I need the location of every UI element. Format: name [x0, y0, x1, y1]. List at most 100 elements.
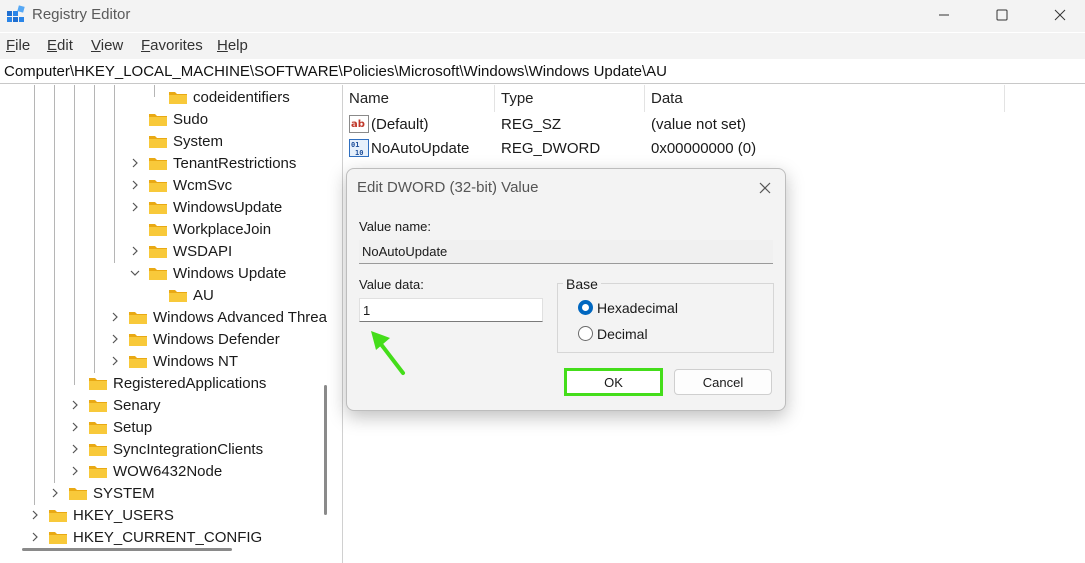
chevron-right-icon[interactable]: [110, 356, 120, 366]
tree-item[interactable]: AU: [150, 284, 214, 306]
tree-item-label: WindowsUpdate: [173, 198, 283, 216]
chevron-right-icon[interactable]: [130, 246, 140, 256]
tree-item-label: SyncIntegrationClients: [113, 440, 264, 458]
chevron-right-icon[interactable]: [70, 466, 80, 476]
decimal-radio[interactable]: [578, 326, 593, 341]
svg-text:01: 01: [351, 141, 359, 149]
folder-icon: [48, 508, 68, 523]
close-window-button[interactable]: [1032, 0, 1085, 30]
hexadecimal-radio[interactable]: [578, 300, 593, 315]
tree-item[interactable]: System: [130, 130, 223, 152]
folder-icon: [148, 112, 168, 127]
tree-item-label: WcmSvc: [173, 176, 233, 194]
decimal-label[interactable]: Decimal: [597, 326, 648, 342]
folder-icon: [148, 200, 168, 215]
key-tree[interactable]: codeidentifiers Sudo System TenantRestricti…: [0, 85, 340, 563]
column-header-data[interactable]: Data: [645, 85, 1005, 112]
tree-item[interactable]: WindowsUpdate: [130, 196, 282, 218]
tree-item[interactable]: RegisteredApplications: [70, 372, 266, 394]
tree-item[interactable]: Windows NT: [110, 350, 238, 372]
address-path[interactable]: Computer\HKEY_LOCAL_MACHINE\SOFTWARE\Pol…: [4, 63, 667, 80]
menu-file[interactable]: File: [6, 37, 30, 54]
tree-item[interactable]: Sudo: [130, 108, 208, 130]
chevron-right-icon[interactable]: [130, 158, 140, 168]
folder-icon: [128, 332, 148, 347]
value-name-field: NoAutoUpdate: [359, 240, 773, 264]
chevron-right-icon[interactable]: [30, 510, 40, 520]
tree-item[interactable]: WorkplaceJoin: [130, 218, 271, 240]
folder-icon: [148, 266, 168, 281]
chevron-right-icon[interactable]: [70, 444, 80, 454]
tree-item-label: Senary: [113, 396, 161, 414]
tree-vertical-scrollbar[interactable]: [324, 385, 327, 515]
column-header-type[interactable]: Type: [495, 85, 645, 112]
minimize-button[interactable]: [916, 0, 972, 30]
menu-bar: File Edit View Favorites Help: [0, 33, 1085, 59]
folder-icon: [128, 354, 148, 369]
folder-icon: [88, 464, 108, 479]
hexadecimal-label[interactable]: Hexadecimal: [597, 300, 678, 316]
tree-item[interactable]: WSDAPI: [130, 240, 232, 262]
close-icon: [759, 182, 771, 194]
tree-item-label: HKEY_USERS: [73, 506, 174, 524]
tree-item[interactable]: TenantRestrictions: [130, 152, 296, 174]
base-group: [557, 283, 774, 353]
window-title: Registry Editor: [32, 6, 131, 23]
folder-icon: [168, 288, 188, 303]
value-row[interactable]: ab (Default) REG_SZ (value not set): [347, 113, 947, 137]
chevron-down-icon[interactable]: [130, 268, 140, 278]
chevron-right-icon[interactable]: [110, 334, 120, 344]
folder-icon: [148, 244, 168, 259]
chevron-right-icon[interactable]: [50, 488, 60, 498]
value-data-input[interactable]: 1: [359, 298, 543, 322]
tree-horizontal-scrollbar[interactable]: [22, 548, 232, 551]
cancel-button[interactable]: Cancel: [674, 369, 772, 395]
tree-guide-line: [114, 85, 115, 263]
tree-item[interactable]: WcmSvc: [130, 174, 232, 196]
tree-item[interactable]: Senary: [70, 394, 161, 416]
tree-item[interactable]: SYSTEM: [50, 482, 155, 504]
value-row[interactable]: 01 10 NoAutoUpdate REG_DWORD 0x00000000 …: [347, 137, 947, 161]
tree-item-label: RegisteredApplications: [113, 374, 267, 392]
menu-edit[interactable]: Edit: [47, 37, 73, 54]
tree-guide-line: [94, 85, 95, 373]
tree-item[interactable]: Windows Update: [130, 262, 286, 284]
tree-item[interactable]: Windows Advanced Threa: [110, 306, 327, 328]
ok-button[interactable]: OK: [564, 368, 663, 396]
tree-item[interactable]: SyncIntegrationClients: [70, 438, 263, 460]
tree-item-label: Windows Advanced Threa: [153, 308, 327, 326]
chevron-right-icon[interactable]: [130, 180, 140, 190]
tree-item-label: Windows Defender: [153, 330, 280, 348]
chevron-right-icon[interactable]: [130, 202, 140, 212]
tree-item-label: TenantRestrictions: [173, 154, 297, 172]
tree-item-label: SYSTEM: [93, 484, 155, 502]
tree-item[interactable]: codeidentifiers: [150, 86, 290, 108]
tree-item-label: codeidentifiers: [193, 88, 290, 106]
tree-item[interactable]: HKEY_USERS: [30, 504, 174, 526]
chevron-right-icon[interactable]: [30, 532, 40, 542]
edit-dword-dialog: Edit DWORD (32-bit) Value Value name: No…: [346, 168, 786, 411]
menu-view[interactable]: View: [91, 37, 123, 54]
registry-editor-icon: [7, 5, 25, 22]
tree-item[interactable]: HKEY_CURRENT_CONFIG: [30, 526, 262, 548]
tree-item-label: HKEY_CURRENT_CONFIG: [73, 528, 263, 546]
tree-guide-line: [74, 85, 75, 385]
tree-item-label: AU: [193, 286, 214, 304]
close-icon: [1054, 9, 1066, 21]
chevron-right-icon[interactable]: [70, 422, 80, 432]
menu-help[interactable]: Help: [217, 37, 248, 54]
tree-item-label: Windows Update: [173, 264, 287, 282]
column-header-name[interactable]: Name: [343, 85, 495, 112]
chevron-right-icon[interactable]: [70, 400, 80, 410]
tree-item[interactable]: Setup: [70, 416, 152, 438]
svg-text:ab: ab: [351, 119, 365, 130]
value-data-label: Value data:: [359, 277, 424, 292]
value-type: REG_DWORD: [501, 140, 601, 157]
tree-item[interactable]: WOW6432Node: [70, 460, 222, 482]
chevron-right-icon[interactable]: [110, 312, 120, 322]
dialog-close-button[interactable]: [751, 177, 779, 199]
address-bar[interactable]: Computer\HKEY_LOCAL_MACHINE\SOFTWARE\Pol…: [0, 60, 1085, 84]
tree-item[interactable]: Windows Defender: [110, 328, 280, 350]
menu-favorites[interactable]: Favorites: [141, 37, 203, 54]
maximize-button[interactable]: [974, 0, 1030, 30]
